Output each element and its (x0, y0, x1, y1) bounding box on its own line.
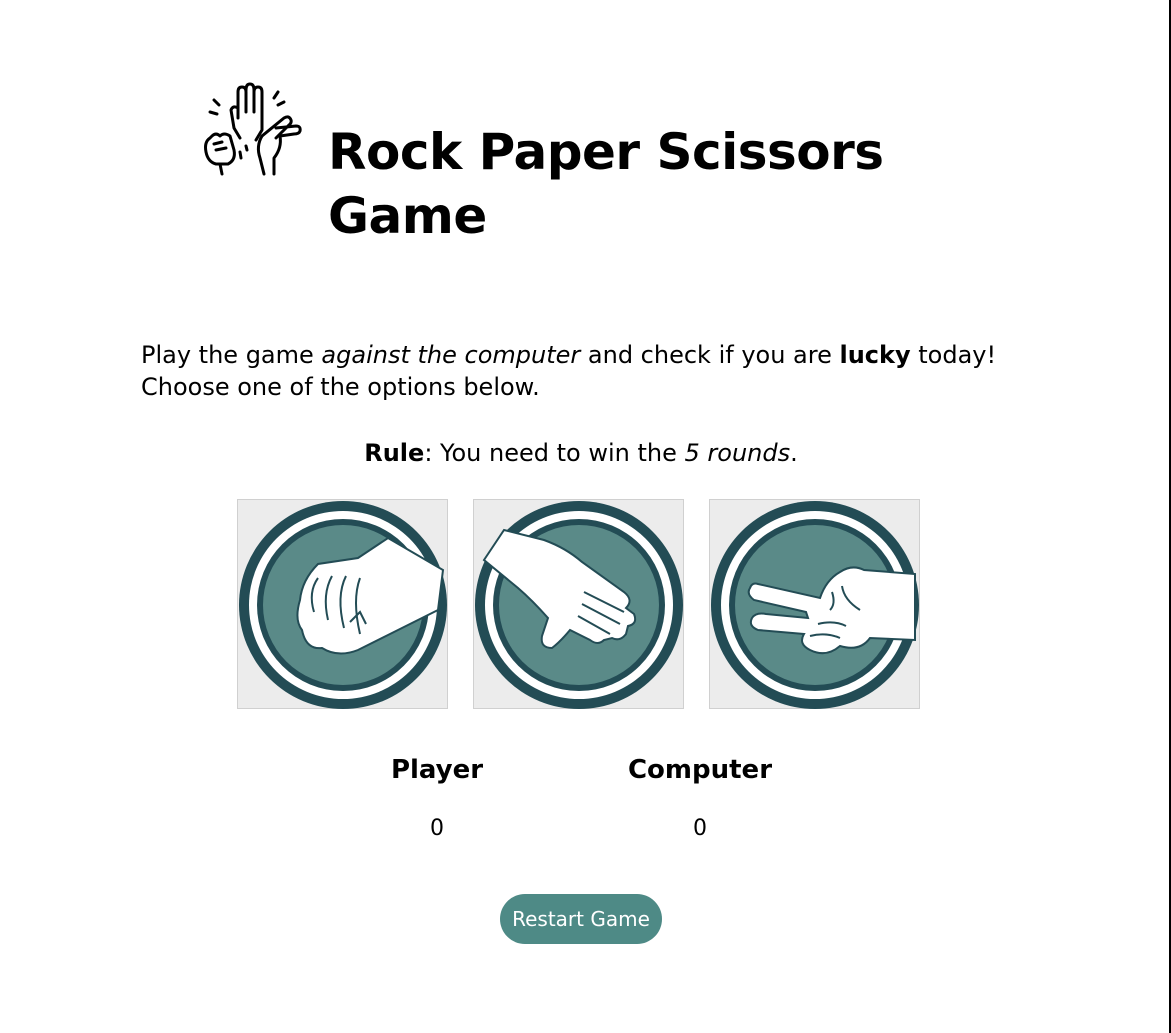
rule-text: Rule: You need to win the 5 rounds. (0, 437, 1162, 469)
rule-end: . (790, 439, 798, 467)
intro-line2: Choose one of the options below. (141, 373, 540, 401)
computer-score-value: 0 (693, 816, 707, 841)
computer-score: Computer 0 (600, 752, 800, 844)
computer-label: Computer (627, 755, 773, 785)
rock-button[interactable] (237, 499, 448, 709)
player-score-value: 0 (430, 816, 444, 841)
page-title: Rock Paper Scissors Game (328, 123, 884, 245)
player-label: Player (390, 755, 484, 785)
scissors-hand-icon (711, 501, 919, 709)
paper-hand-icon (475, 501, 683, 709)
intro-text: Play the game against the computer and c… (141, 339, 1041, 403)
game-page: Rock Paper Scissors Game Play the game a… (0, 0, 1171, 1033)
hands-logo-icon (204, 82, 302, 176)
rule-body: : You need to win the (424, 439, 685, 467)
intro-emphasis: against the computer (321, 341, 581, 369)
intro-part3: today! (910, 341, 997, 369)
player-score: Player 0 (337, 752, 537, 844)
intro-part2: and check if you are (580, 341, 840, 369)
rule-label: Rule (364, 439, 425, 467)
rule-emphasis: 5 rounds (684, 439, 791, 467)
intro-part1: Play the game (141, 341, 322, 369)
paper-button[interactable] (473, 499, 684, 709)
restart-game-button[interactable]: Restart Game (500, 894, 662, 944)
scissors-button[interactable] (709, 499, 920, 709)
rock-fist-icon (239, 501, 447, 709)
choice-buttons (237, 499, 920, 709)
intro-strong: lucky (839, 341, 911, 369)
